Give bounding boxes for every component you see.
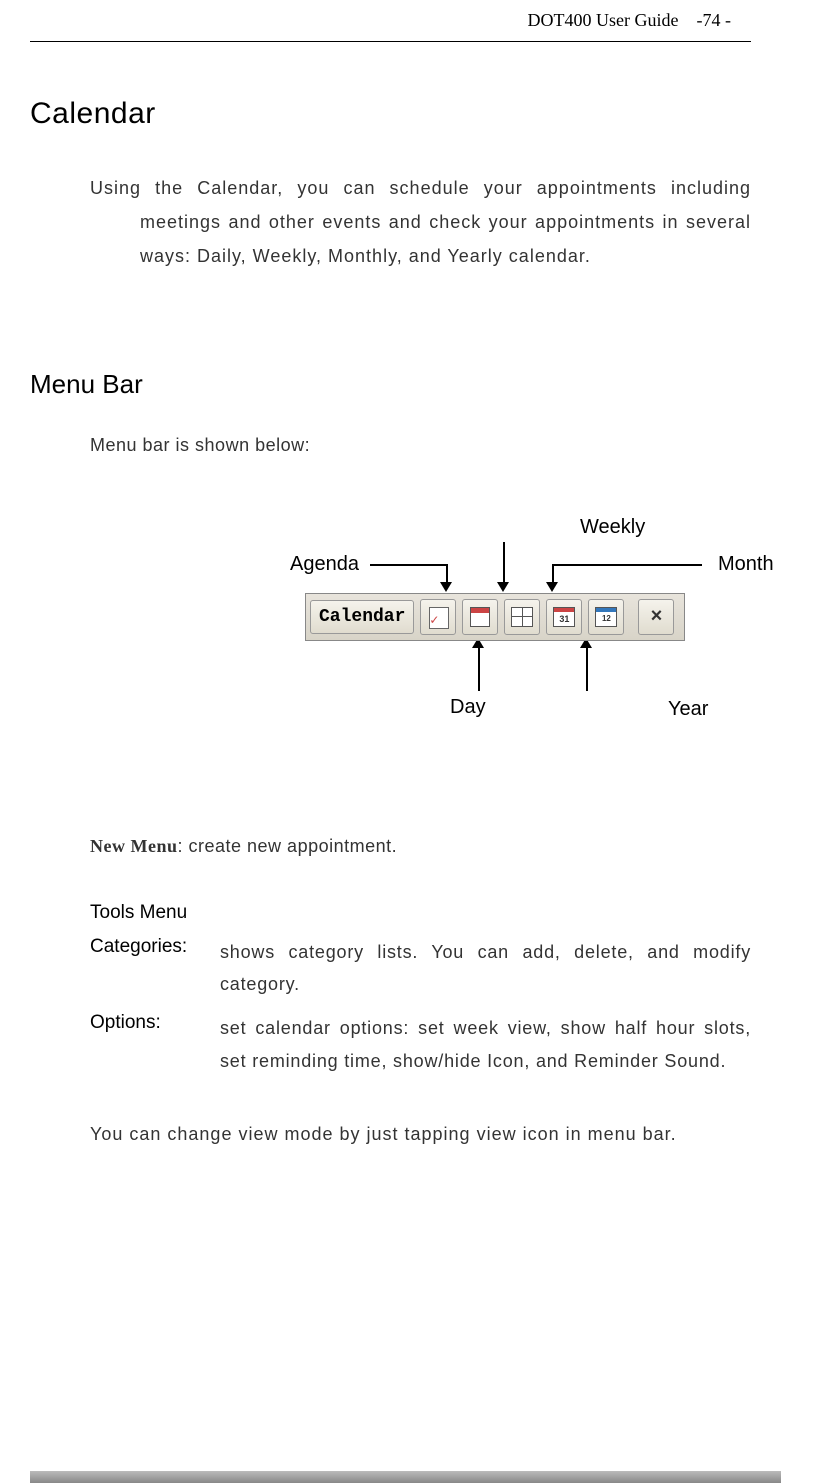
arrow-line (552, 564, 702, 566)
page-header: DOT400 User Guide -74 - (30, 0, 801, 41)
closing-paragraph: You can change view mode by just tapping… (140, 1117, 751, 1151)
year-view-icon[interactable]: 12 (588, 599, 624, 635)
definition-row: Options: set calendar options: set week … (90, 1012, 751, 1077)
label-month: Month (718, 553, 774, 576)
options-term: Options: (90, 1012, 220, 1077)
categories-desc: shows category lists. You can add, delet… (220, 936, 751, 1001)
arrow-line (478, 646, 480, 691)
new-menu-label: New Menu (90, 836, 178, 856)
header-rule (30, 41, 751, 42)
arrowhead-icon (497, 582, 509, 592)
guide-title: DOT400 User Guide (528, 10, 679, 30)
definition-row: Categories: shows category lists. You ca… (90, 936, 751, 1001)
new-menu-desc: : create new appointment. (178, 836, 398, 856)
new-menu-line: New Menu: create new appointment. (90, 836, 801, 857)
categories-term: Categories: (90, 936, 220, 1001)
footer-bar (30, 1471, 781, 1483)
close-icon[interactable]: × (638, 599, 674, 635)
agenda-view-icon[interactable] (420, 599, 456, 635)
arrow-line (446, 564, 448, 584)
menu-bar: Calendar 31 12 × (305, 593, 685, 641)
arrowhead-icon (440, 582, 452, 592)
arrow-line (586, 646, 588, 691)
page-title: Calendar (30, 97, 801, 131)
tools-menu-heading: Tools Menu (90, 902, 801, 924)
label-day: Day (450, 696, 486, 719)
arrow-line (370, 564, 448, 566)
week-view-icon[interactable] (504, 599, 540, 635)
page-number: -74 - (697, 10, 732, 30)
menu-bar-diagram: Agenda Weekly Month Day Year Calendar 31… (30, 506, 801, 736)
label-agenda: Agenda (290, 553, 359, 576)
label-year: Year (668, 698, 708, 721)
arrowhead-icon (546, 582, 558, 592)
intro-paragraph: Using the Calendar, you can schedule you… (130, 171, 751, 274)
arrow-line (552, 564, 554, 584)
month-view-icon[interactable]: 31 (546, 599, 582, 635)
options-desc: set calendar options: set week view, sho… (220, 1012, 751, 1077)
arrow-line (503, 542, 505, 584)
day-view-icon[interactable] (462, 599, 498, 635)
calendar-button[interactable]: Calendar (310, 600, 414, 634)
section-menu-bar-title: Menu Bar (30, 369, 801, 400)
label-weekly: Weekly (580, 516, 645, 539)
menu-intro-text: Menu bar is shown below: (90, 435, 801, 456)
